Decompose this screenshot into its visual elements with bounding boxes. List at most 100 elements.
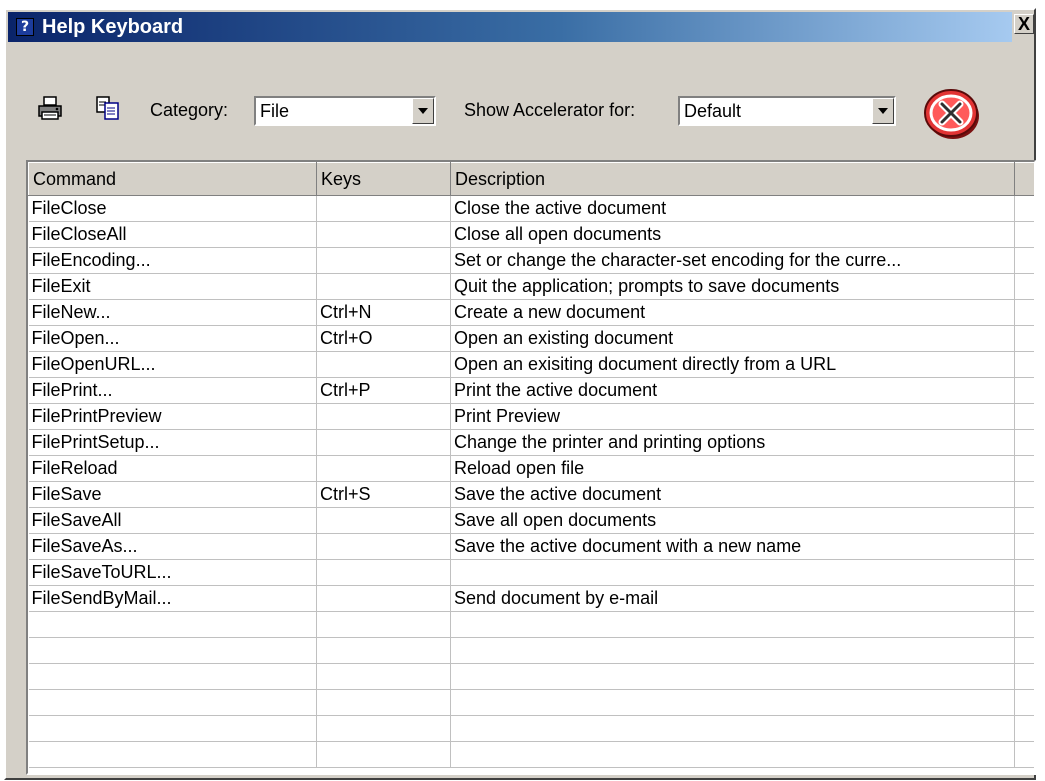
table-row[interactable]: FileSendByMail... Send document by e-mail	[28, 585, 1034, 612]
filler-cell	[1014, 507, 1034, 534]
table-row[interactable]: FileSaveAs... Save the active document wi…	[28, 533, 1034, 560]
close-window-button[interactable]: X	[1014, 14, 1034, 34]
description-cell: Create a new document	[450, 299, 1015, 326]
copy-icon[interactable]	[94, 94, 122, 122]
printer-icon[interactable]	[36, 94, 64, 122]
table-row[interactable]: FileOpenURL... Open an exisiting document…	[28, 351, 1034, 378]
command-cell: FileSaveAs...	[28, 533, 317, 560]
table-row[interactable]: FileReload Reload open file	[28, 455, 1034, 482]
keys-cell	[316, 247, 451, 274]
table-row[interactable]: FileExit Quit the application; prompts to…	[28, 273, 1034, 300]
keys-cell	[316, 741, 451, 768]
filler-cell	[1014, 299, 1034, 326]
description-cell	[450, 689, 1015, 716]
keys-cell	[316, 455, 451, 482]
accelerator-select[interactable]: Default	[678, 96, 896, 126]
command-cell	[28, 689, 317, 716]
table-row[interactable]	[28, 741, 1034, 768]
filler-cell	[1014, 559, 1034, 586]
commands-grid[interactable]: Command Keys Description FileClose Close …	[26, 160, 1036, 775]
filler-cell	[1014, 429, 1034, 456]
commands-table: Command Keys Description FileClose Close …	[28, 162, 1034, 768]
table-row[interactable]: FileNew... Ctrl+N Create a new document	[28, 299, 1034, 326]
filler-cell	[1014, 481, 1034, 508]
command-cell: FilePrint...	[28, 377, 317, 404]
description-cell	[450, 559, 1015, 586]
table-row[interactable]	[28, 637, 1034, 664]
filler-cell	[1014, 247, 1034, 274]
column-header-description[interactable]: Description	[450, 162, 1015, 196]
keys-cell	[316, 585, 451, 612]
keys-cell: Ctrl+O	[316, 325, 451, 352]
command-cell	[28, 663, 317, 690]
table-row[interactable]: FilePrintSetup... Change the printer and …	[28, 429, 1034, 456]
command-cell: FileClose	[28, 195, 317, 222]
table-row[interactable]	[28, 689, 1034, 716]
command-cell	[28, 715, 317, 742]
window-title: Help Keyboard	[42, 16, 184, 38]
filler-cell	[1014, 611, 1034, 638]
table-row[interactable]	[28, 715, 1034, 742]
filler-cell	[1014, 663, 1034, 690]
table-row[interactable]: FileCloseAll Close all open documents	[28, 221, 1034, 248]
command-cell: FileSendByMail...	[28, 585, 317, 612]
table-row[interactable]	[28, 663, 1034, 690]
command-cell: FileEncoding...	[28, 247, 317, 274]
table-row[interactable]: FileOpen... Ctrl+O Open an existing docume…	[28, 325, 1034, 352]
description-cell: Change the printer and printing options	[450, 429, 1015, 456]
command-cell: FileExit	[28, 273, 317, 300]
description-cell: Save the active document with a new name	[450, 533, 1015, 560]
description-cell: Open an existing document	[450, 325, 1015, 352]
table-row[interactable]: FileEncoding... Set or change the charact…	[28, 247, 1034, 274]
description-cell: Print the active document	[450, 377, 1015, 404]
keys-cell	[316, 195, 451, 222]
table-row[interactable]	[28, 611, 1034, 638]
description-cell: Print Preview	[450, 403, 1015, 430]
keys-cell: Ctrl+N	[316, 299, 451, 326]
description-cell: Save the active document	[450, 481, 1015, 508]
filler-cell	[1014, 585, 1034, 612]
title-bar[interactable]: ? Help Keyboard	[8, 12, 1012, 42]
table-row[interactable]: FileClose Close the active document	[28, 195, 1034, 222]
keys-cell: Ctrl+P	[316, 377, 451, 404]
column-header-keys[interactable]: Keys	[316, 162, 451, 196]
chevron-down-icon[interactable]	[872, 98, 894, 124]
command-cell: FileNew...	[28, 299, 317, 326]
filler-cell	[1014, 689, 1034, 716]
keys-cell	[316, 351, 451, 378]
keys-cell	[316, 611, 451, 638]
filler-cell	[1014, 637, 1034, 664]
accelerator-value: Default	[684, 101, 742, 121]
table-row[interactable]: FilePrintPreview Print Preview	[28, 403, 1034, 430]
red-close-icon[interactable]	[920, 86, 984, 142]
description-cell: Open an exisiting document directly from…	[450, 351, 1015, 378]
accelerator-label: Show Accelerator for:	[464, 100, 636, 120]
description-cell	[450, 637, 1015, 664]
table-row[interactable]: FilePrint... Ctrl+P Print the active docum…	[28, 377, 1034, 404]
description-cell	[450, 611, 1015, 638]
table-row[interactable]: FileSaveAll Save all open documents	[28, 507, 1034, 534]
command-cell: FileOpen...	[28, 325, 317, 352]
filler-cell	[1014, 715, 1034, 742]
command-cell	[28, 741, 317, 768]
command-cell: FilePrintPreview	[28, 403, 317, 430]
filler-cell	[1014, 455, 1034, 482]
description-cell: Send document by e-mail	[450, 585, 1015, 612]
command-cell: FileReload	[28, 455, 317, 482]
keys-cell	[316, 663, 451, 690]
command-cell: FileSave	[28, 481, 317, 508]
command-cell: FilePrintSetup...	[28, 429, 317, 456]
keys-cell	[316, 559, 451, 586]
filler-cell	[1014, 403, 1034, 430]
filler-cell	[1014, 195, 1034, 222]
table-row[interactable]: FileSave Ctrl+S Save the active document	[28, 481, 1034, 508]
description-cell: Save all open documents	[450, 507, 1015, 534]
command-cell: FileSaveAll	[28, 507, 317, 534]
category-label: Category:	[150, 100, 229, 120]
category-select[interactable]: File	[254, 96, 436, 126]
column-header-command[interactable]: Command	[28, 162, 317, 196]
filler-cell	[1014, 741, 1034, 768]
table-row[interactable]: FileSaveToURL...	[28, 559, 1034, 586]
command-cell: FileSaveToURL...	[28, 559, 317, 586]
chevron-down-icon[interactable]	[412, 98, 434, 124]
